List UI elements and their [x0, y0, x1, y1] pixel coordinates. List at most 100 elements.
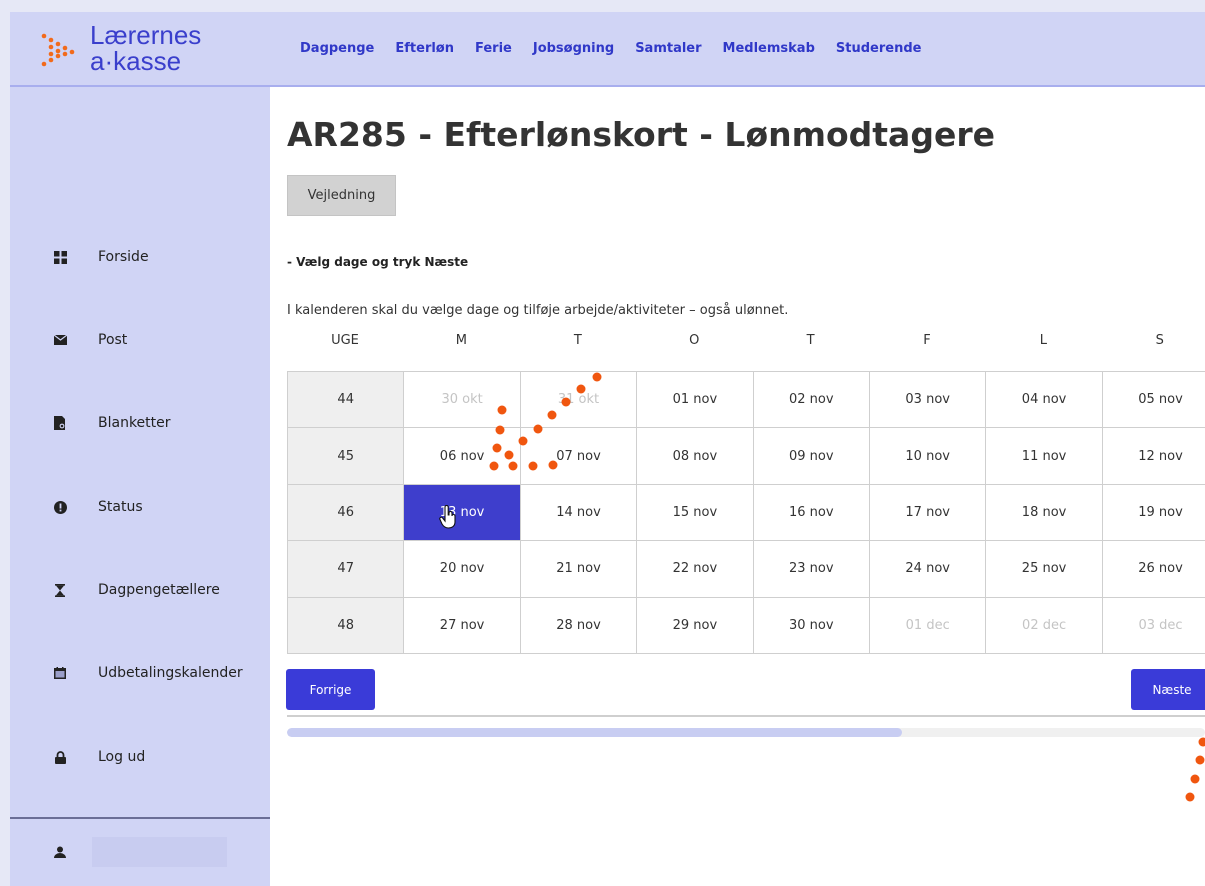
calendar-header-day: L: [1039, 333, 1048, 348]
calendar-day[interactable]: 31 okt: [520, 372, 638, 429]
calendar-day[interactable]: 12 nov: [1102, 428, 1205, 485]
calendar-week-number: 45: [288, 428, 405, 485]
calendar-day[interactable]: 03 nov: [870, 372, 987, 429]
topnav-ferie[interactable]: Ferie: [475, 41, 512, 56]
hourglass-icon: [53, 583, 67, 597]
calendar-week-number: 48: [288, 597, 405, 654]
calendar-day[interactable]: 02 nov: [753, 372, 870, 429]
grid-icon: [53, 250, 67, 264]
sidebar-item-forside[interactable]: Forside: [10, 237, 270, 277]
sidebar-label: Post: [98, 332, 128, 348]
calendar-day[interactable]: 16 nov: [753, 484, 870, 542]
progress-fill: [287, 728, 903, 737]
app-window: Lærernes a·kasse Dagpenge Efterløn Ferie…: [10, 12, 1205, 886]
progress-bar: [287, 728, 1205, 737]
calendar-day[interactable]: 22 nov: [637, 541, 754, 598]
sidebar-item-status[interactable]: Status: [10, 487, 270, 527]
instruction-text: - Vælg dage og tryk Næste: [287, 255, 469, 269]
calendar-day[interactable]: 15 nov: [637, 484, 754, 542]
sidebar-item-udbetalingskalender[interactable]: Udbetalingskalender: [10, 653, 270, 693]
user-icon: [53, 845, 67, 859]
description-text: I kalenderen skal du vælge dage og tilfø…: [287, 303, 789, 318]
calendar-day[interactable]: 25 nov: [986, 541, 1103, 598]
sidebar-item-log-ud[interactable]: Log ud: [10, 737, 270, 777]
calendar-day[interactable]: 27 nov: [404, 597, 521, 654]
lock-icon: [53, 750, 67, 764]
logo-line2: a·kasse: [90, 46, 182, 76]
logo-wordmark: Lærernes a·kasse: [90, 22, 201, 74]
calendar-day[interactable]: 20 nov: [404, 541, 521, 598]
calendar-header-week: UGE: [331, 333, 359, 348]
calendar-day[interactable]: 11 nov: [986, 428, 1103, 485]
sidebar-label: Log ud: [98, 749, 146, 765]
calendar-icon: [53, 666, 67, 680]
calendar-header-day: T: [806, 333, 815, 348]
sidebar-label: Status: [98, 499, 143, 515]
next-button[interactable]: Næste: [1131, 669, 1205, 710]
calendar-header-day: F: [923, 333, 931, 348]
page-title: AR285 - Efterlønskort - Lønmodtagere: [287, 115, 995, 154]
topnav-samtaler[interactable]: Samtaler: [635, 41, 701, 56]
logo-dots-icon: [41, 33, 75, 67]
calendar-day[interactable]: 21 nov: [520, 541, 638, 598]
user-name-box: [92, 837, 227, 867]
calendar-day[interactable]: 02 dec: [986, 597, 1103, 654]
calendar-day[interactable]: 07 nov: [520, 428, 638, 485]
topnav-studerende[interactable]: Studerende: [836, 41, 922, 56]
calendar-day[interactable]: 17 nov: [870, 484, 987, 542]
calendar-day[interactable]: 01 dec: [870, 597, 987, 654]
calendar-day[interactable]: 28 nov: [520, 597, 638, 654]
calendar-day[interactable]: 30 okt: [404, 372, 521, 429]
calendar-day[interactable]: 29 nov: [637, 597, 754, 654]
sidebar-label: Udbetalingskalender: [98, 665, 243, 681]
envelope-icon: [53, 333, 67, 347]
document-search-icon: [53, 416, 67, 430]
calendar-day[interactable]: 09 nov: [753, 428, 870, 485]
topnav-dagpenge[interactable]: Dagpenge: [300, 41, 374, 56]
top-header: Lærernes a·kasse Dagpenge Efterløn Ferie…: [10, 12, 1205, 87]
calendar-day[interactable]: 19 nov: [1102, 484, 1205, 542]
calendar-header-day: S: [1155, 333, 1164, 348]
calendar-week-number: 46: [288, 484, 405, 542]
top-navigation: Dagpenge Efterløn Ferie Jobsøgning Samta…: [300, 41, 942, 56]
sidebar: Forside Post Blanketter Status Dagpenget…: [10, 87, 270, 886]
sidebar-user[interactable]: [10, 827, 270, 877]
calendar-day[interactable]: 03 dec: [1102, 597, 1205, 654]
main-content: AR285 - Efterlønskort - Lønmodtagere Vej…: [270, 87, 1205, 886]
sidebar-label: Forside: [98, 249, 149, 265]
calendar-day[interactable]: 01 nov: [637, 372, 754, 429]
calendar-day-selected[interactable]: 13 nov: [404, 484, 521, 542]
sidebar-item-dagpengetaellere[interactable]: Dagpengetællere: [10, 570, 270, 610]
calendar-day[interactable]: 14 nov: [520, 484, 638, 542]
sidebar-divider: [10, 817, 270, 819]
hand-cursor-icon: [439, 505, 456, 529]
calendar-header-day: O: [689, 333, 700, 348]
logo-line1: Lærernes: [90, 20, 202, 50]
calendar-day[interactable]: 05 nov: [1102, 372, 1205, 429]
calendar-week-number: 47: [288, 541, 405, 598]
topnav-medlemskab[interactable]: Medlemskab: [723, 41, 815, 56]
calendar-day[interactable]: 06 nov: [404, 428, 521, 485]
calendar-day[interactable]: 10 nov: [870, 428, 987, 485]
calendar-day[interactable]: 08 nov: [637, 428, 754, 485]
calendar-day[interactable]: 04 nov: [986, 372, 1103, 429]
divider-line: [287, 715, 1205, 717]
alert-circle-icon: [53, 500, 67, 514]
calendar-week-number: 44: [288, 372, 405, 429]
sidebar-item-post[interactable]: Post: [10, 320, 270, 360]
guide-button[interactable]: Vejledning: [287, 175, 396, 216]
sidebar-item-blanketter[interactable]: Blanketter: [10, 403, 270, 443]
calendar-grid: 44 30 okt 31 okt 01 nov 02 nov 03 nov 04 nov 05…: [287, 371, 1205, 654]
calendar-day[interactable]: 26 nov: [1102, 541, 1205, 598]
topnav-jobsogning[interactable]: Jobsøgning: [533, 41, 614, 56]
calendar-day[interactable]: 30 nov: [753, 597, 870, 654]
calendar-day[interactable]: 24 nov: [870, 541, 987, 598]
sidebar-label: Dagpengetællere: [98, 582, 220, 598]
previous-button[interactable]: Forrige: [286, 669, 375, 710]
topnav-efterlon[interactable]: Efterløn: [395, 41, 454, 56]
brand-logo[interactable]: Lærernes a·kasse: [38, 22, 248, 78]
calendar-header: UGE M T O T F L S: [287, 333, 1205, 353]
calendar-day[interactable]: 18 nov: [986, 484, 1103, 542]
calendar-day[interactable]: 23 nov: [753, 541, 870, 598]
calendar-header-day: M: [455, 333, 467, 348]
